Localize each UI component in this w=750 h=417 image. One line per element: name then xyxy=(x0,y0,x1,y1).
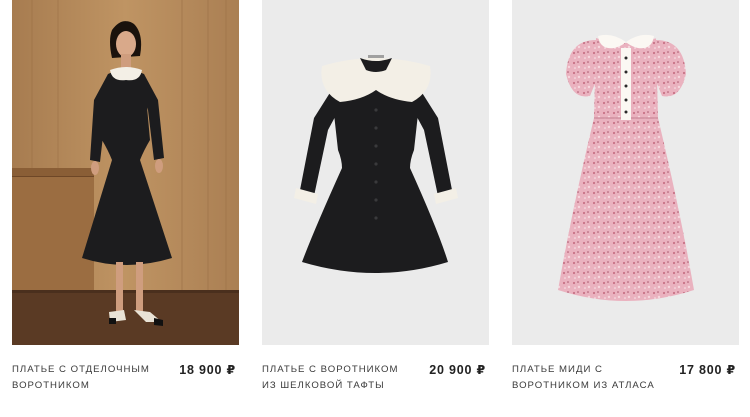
product-image[interactable] xyxy=(512,0,739,345)
product-price: 20 900 ₽ xyxy=(429,363,486,377)
model-photo xyxy=(12,0,239,345)
product-name[interactable]: платье с воротником из шелковой тафты xyxy=(262,362,410,394)
product-card[interactable]: платье с воротником из шелковой тафты 20… xyxy=(262,0,489,391)
dress-photo xyxy=(262,0,489,345)
product-price: 18 900 ₽ xyxy=(179,363,236,377)
product-price: 17 800 ₽ xyxy=(679,363,736,377)
product-name[interactable]: платье миди с воротником из атласа xyxy=(512,362,660,394)
product-card[interactable]: платье с отделочным воротником 18 900 ₽ xyxy=(12,0,239,391)
product-name[interactable]: платье с отделочным воротником xyxy=(12,362,160,394)
product-image[interactable] xyxy=(12,0,239,345)
dress-photo xyxy=(512,0,739,345)
product-card[interactable]: платье миди с воротником из атласа 17 80… xyxy=(512,0,739,391)
product-image[interactable] xyxy=(262,0,489,345)
